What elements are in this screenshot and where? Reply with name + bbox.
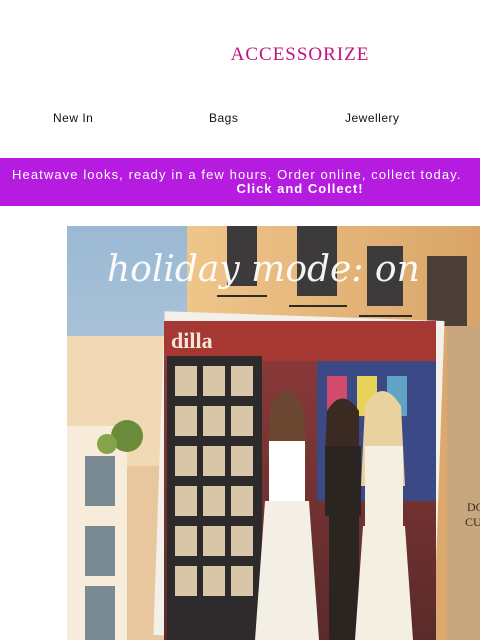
sign-right-text: DO xyxy=(467,500,480,514)
brand-logo[interactable]: ACCESSORIZE xyxy=(0,44,480,66)
promo-banner-text: Heatwave looks, ready in a few hours. Or… xyxy=(12,167,462,182)
storefront-sign: dilla xyxy=(171,328,213,353)
promo-banner-cta[interactable]: Click and Collect! xyxy=(0,181,480,196)
nav-item-new-in[interactable]: New In xyxy=(53,111,93,125)
main-nav: New In Bags Jewellery xyxy=(0,111,480,127)
hero-illustration: DO CUO dilla xyxy=(67,226,480,640)
promo-banner[interactable]: Heatwave looks, ready in a few hours. Or… xyxy=(0,158,480,206)
sign-right-text-2: CUO xyxy=(465,515,480,529)
nav-item-jewellery[interactable]: Jewellery xyxy=(345,111,400,125)
hero-image[interactable]: DO CUO dilla xyxy=(67,226,480,640)
hero-headline: holiday mode: on xyxy=(107,249,420,290)
nav-item-bags[interactable]: Bags xyxy=(209,111,238,125)
